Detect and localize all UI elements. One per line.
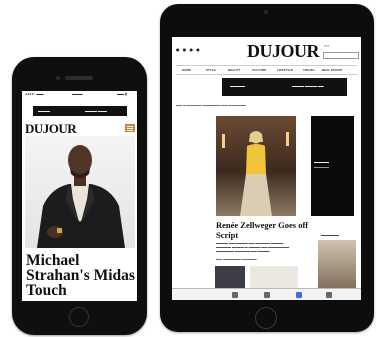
man-portrait xyxy=(37,145,125,248)
phone-home-button[interactable] xyxy=(69,307,89,327)
ad-text-left: ▬▬▬▬ xyxy=(38,109,50,113)
ad-text-left: ▬▬▬▬▬ xyxy=(230,84,245,88)
tablet-nav: HOME STYLE BEAUTY CULTURE LIFESTYLE TRAV… xyxy=(176,65,357,75)
ad-text-right: ▬▬▬▬ ▬▬▬ xyxy=(85,109,107,113)
nav-item[interactable]: BEAUTY xyxy=(228,68,240,72)
woman-figure xyxy=(240,131,272,216)
tablet-camera xyxy=(264,10,268,14)
login-link[interactable]: ▪▪▪▪ xyxy=(324,44,329,48)
nav-item[interactable]: HOME xyxy=(182,68,191,72)
tablet-screen: ● ● ● ● DUJOUR ▪▪▪▪ HOME STYLE BEAUTY CU… xyxy=(172,37,361,300)
gallery-title: ▬▬▬▬▬▬ xyxy=(321,233,339,237)
battery-icon: ▬▬ ▮ xyxy=(117,92,127,96)
search-input[interactable] xyxy=(323,52,359,59)
tab-icon[interactable] xyxy=(232,292,238,298)
social-icons[interactable]: ● ● ● ● xyxy=(176,47,201,52)
gallery-photo[interactable] xyxy=(318,240,356,292)
tablet-byline: ▬▬ ▬▬▬▬▬▬ ▬▬▬▬▬ xyxy=(216,257,257,261)
phone-device: ●●●●○ ▬▬ ▬▬▬ ▬▬ ▮ ▬▬▬▬ ▬▬▬▬ ▬▬▬ DUJOUR M… xyxy=(12,57,147,335)
side-ad-subtext: ▬▬▬▬▬▬ xyxy=(314,166,329,169)
tablet-tab-bar xyxy=(172,288,361,300)
nav-item[interactable]: TRAVEL xyxy=(303,68,315,72)
tab-icon-active[interactable] xyxy=(296,292,302,298)
nav-item[interactable]: STYLE xyxy=(206,68,216,72)
tablet-hero-photo[interactable] xyxy=(216,116,296,216)
nav-item[interactable]: LIFESTYLE xyxy=(277,68,293,72)
status-bar: ●●●●○ ▬▬ ▬▬▬ ▬▬ ▮ xyxy=(22,92,137,98)
status-time: ▬▬▬ xyxy=(72,92,83,96)
tablet-logo[interactable]: DUJOUR xyxy=(247,41,320,62)
phone-article-headline[interactable]: Michael Strahan's Midas Touch xyxy=(26,253,136,299)
phone-screen: ●●●●○ ▬▬ ▬▬▬ ▬▬ ▮ ▬▬▬▬ ▬▬▬▬ ▬▬▬ DUJOUR M… xyxy=(22,91,137,301)
tablet-device: ● ● ● ● DUJOUR ▪▪▪▪ HOME STYLE BEAUTY CU… xyxy=(160,4,374,332)
candle xyxy=(286,132,289,146)
tablet-article-dek: ▬▬▬▬ ▬▬ ▬▬▬▬ ▬▬ ▬▬▬▬▬ ▬▬▬▬ ▬▬▬▬▬ ▬▬▬▬ ▬ … xyxy=(216,241,290,253)
nav-item[interactable]: REAL ESTATE xyxy=(322,68,342,72)
hamburger-menu-icon[interactable] xyxy=(125,124,135,132)
ad-text-right: ▬▬▬▬ ▬▬▬▬ ▬▬ xyxy=(292,84,324,88)
tablet-ad-banner[interactable]: ▬▬▬▬▬ ▬▬▬▬ ▬▬▬▬ ▬▬ xyxy=(222,78,347,96)
tablet-side-ad[interactable]: ▬▬▬▬▬ ▬▬▬▬▬▬ xyxy=(311,116,354,216)
phone-ad-banner[interactable]: ▬▬▬▬ ▬▬▬▬ ▬▬▬ xyxy=(33,106,127,116)
phone-hero-photo[interactable] xyxy=(25,136,135,248)
carrier-signal: ●●●●○ ▬▬ xyxy=(25,92,44,96)
candle xyxy=(222,134,225,148)
phone-logo[interactable]: DUJOUR xyxy=(25,121,77,137)
nav-item[interactable]: CULTURE xyxy=(252,68,266,72)
tablet-header: ● ● ● ● DUJOUR ▪▪▪▪ xyxy=(172,40,361,62)
tablet-article-headline[interactable]: Renée Zellweger Goes off Script xyxy=(216,220,311,240)
tablet-home-button[interactable] xyxy=(255,307,277,329)
tab-icon[interactable] xyxy=(264,292,270,298)
phone-speaker xyxy=(65,76,93,80)
breadcrumb[interactable]: ▬▬ ▬ ▬▬▬▬▬ ▬▬▬▬▬▬ ▬▬ ▬▬▬▬▬▬ xyxy=(176,103,246,107)
tab-icon[interactable] xyxy=(326,292,332,298)
side-ad-text: ▬▬▬▬▬ xyxy=(314,160,329,164)
phone-camera xyxy=(56,76,60,80)
